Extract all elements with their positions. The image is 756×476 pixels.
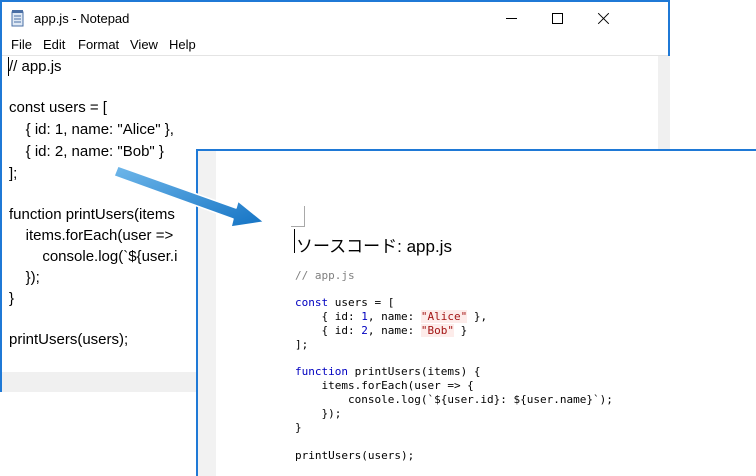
code-comment: // app.js xyxy=(295,269,355,282)
code-line: printUsers(users); xyxy=(9,331,129,348)
code-line: ]; xyxy=(295,338,309,351)
code-line: } xyxy=(9,290,15,307)
code-line: { id: 2, name: "Bob" } xyxy=(295,324,467,338)
code-line: function printUsers(items) { xyxy=(295,365,480,379)
code-line: }); xyxy=(9,269,40,286)
menu-view[interactable]: View xyxy=(130,37,158,52)
code-text: printUsers(items) { xyxy=(347,365,481,378)
title-bar[interactable]: app.js - Notepad xyxy=(2,2,668,35)
code-line: function printUsers(items xyxy=(9,206,175,223)
menu-bar: File Edit Format View Help xyxy=(2,35,668,55)
close-button[interactable] xyxy=(580,2,626,35)
code-text: , name: xyxy=(367,324,421,337)
code-line: // app.js xyxy=(9,58,62,75)
code-line: items.forEach(user => xyxy=(9,227,174,244)
code-text: } xyxy=(453,324,468,337)
code-line: } xyxy=(295,421,302,434)
code-line: printUsers(users); xyxy=(295,449,415,462)
code-text: { id: xyxy=(295,324,362,337)
menu-format[interactable]: Format xyxy=(78,37,119,52)
code-line: { id: 2, name: "Bob" } xyxy=(9,143,164,160)
code-text: }, xyxy=(467,310,488,323)
menu-edit[interactable]: Edit xyxy=(43,37,65,52)
document-page[interactable]: ソースコード: app.js // app.js const users = [… xyxy=(216,151,756,476)
document-window: ソースコード: app.js // app.js const users = [… xyxy=(196,149,756,476)
code-keyword: function xyxy=(295,365,348,378)
code-line: console.log(`${user.id}: ${user.name}`); xyxy=(295,393,613,406)
window-title: app.js - Notepad xyxy=(34,11,130,26)
code-line: const users = [ xyxy=(9,99,107,116)
code-line: const users = [ xyxy=(295,296,394,310)
minimize-button[interactable] xyxy=(488,2,534,35)
maximize-button[interactable] xyxy=(534,2,580,35)
code-number: 1 xyxy=(361,310,368,323)
code-text: users = [ xyxy=(328,296,395,309)
code-line: console.log(`${user.i xyxy=(9,248,178,265)
text-caret xyxy=(294,229,295,253)
notepad-icon xyxy=(11,10,24,27)
page-margin-marker xyxy=(291,206,305,227)
menu-help[interactable]: Help xyxy=(169,37,196,52)
code-line: }); xyxy=(295,407,342,420)
menu-file[interactable]: File xyxy=(11,37,32,52)
document-heading: ソースコード: app.js xyxy=(296,237,452,256)
code-line: ]; xyxy=(9,165,18,182)
code-line: { id: 1, name: "Alice" }, xyxy=(9,121,174,138)
code-keyword: const xyxy=(295,296,329,309)
code-text: , name: xyxy=(367,310,421,323)
code-string: "Alice" xyxy=(420,310,468,323)
code-string: "Bob" xyxy=(420,324,454,337)
code-line: items.forEach(user => { xyxy=(295,379,474,392)
code-text: { id: xyxy=(295,310,362,323)
code-number: 2 xyxy=(361,324,368,337)
code-line: { id: 1, name: "Alice" }, xyxy=(295,310,487,324)
